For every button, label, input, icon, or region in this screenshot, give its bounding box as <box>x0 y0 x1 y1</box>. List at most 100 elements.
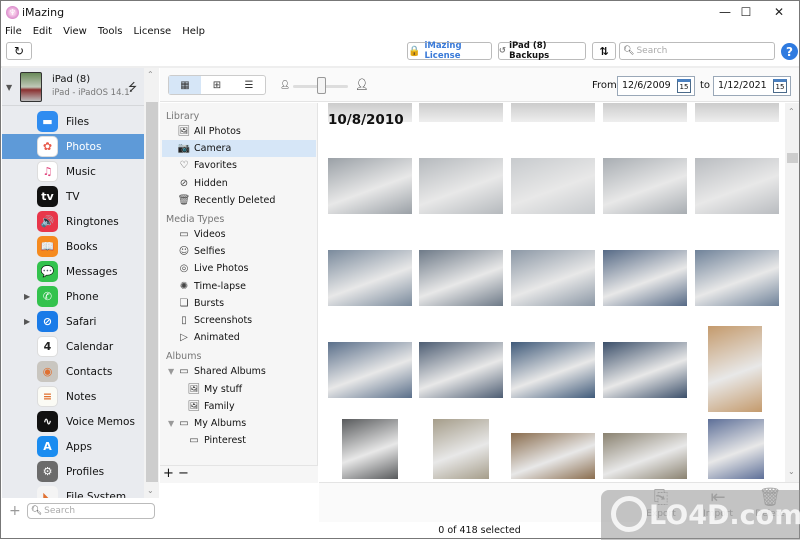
expand-triangle-icon[interactable]: ▼ <box>168 419 174 428</box>
library-item-family[interactable]: 🖼 Family <box>162 398 316 415</box>
library-item-screenshots[interactable]: ▯ Screenshots <box>162 312 316 329</box>
calendar-icon[interactable]: 15 <box>677 79 691 93</box>
photo-thumbnail[interactable] <box>695 103 779 122</box>
library-item-videos[interactable]: ▭ Videos <box>162 226 316 243</box>
photo-thumbnail[interactable] <box>603 433 687 479</box>
menu-tools[interactable]: Tools <box>98 26 123 37</box>
library-item-animated[interactable]: ▷ Animated <box>162 329 316 346</box>
sidebar-item-calendar[interactable]: 4 Calendar <box>2 334 144 359</box>
photo-thumbnail[interactable] <box>328 250 412 306</box>
photo-thumbnail[interactable] <box>708 326 762 412</box>
photo-thumbnail[interactable] <box>419 250 503 306</box>
top-search-input[interactable]: 🔍︎ Search <box>619 42 775 60</box>
expand-triangle-icon[interactable]: ▶ <box>24 317 30 326</box>
device-os: iPad - iPadOS 14.1 <box>52 88 130 98</box>
library-item-camera[interactable]: 📷 Camera <box>162 140 316 158</box>
search-icon: 🔍︎ <box>623 46 635 56</box>
remove-album-icon[interactable]: − <box>178 466 189 481</box>
photo-thumbnail[interactable] <box>328 342 412 398</box>
expand-triangle-icon[interactable]: ▼ <box>168 367 174 376</box>
calendar-icon[interactable]: 15 <box>773 79 787 93</box>
photo-thumbnail[interactable] <box>603 342 687 398</box>
library-item-live-photos[interactable]: ◎ Live Photos <box>162 260 316 277</box>
all-photos-icon: 🖼 <box>177 126 191 137</box>
scrollbar-thumb[interactable] <box>146 102 158 482</box>
large-grid-view-button[interactable]: ⊞ <box>201 76 233 94</box>
photo-thumbnail[interactable] <box>511 433 595 479</box>
scroll-down-icon[interactable]: ⌄ <box>788 467 795 476</box>
photo-thumbnail[interactable] <box>511 158 595 214</box>
add-device-icon[interactable]: + <box>9 503 21 519</box>
sidebar-item-phone[interactable]: ▶ ✆ Phone <box>2 284 144 309</box>
sidebar-item-tv[interactable]: tv TV <box>2 184 144 209</box>
library-item-favorites[interactable]: ♡ Favorites <box>162 157 316 174</box>
menu-file[interactable]: File <box>5 26 22 37</box>
transfer-button[interactable]: ⇅ <box>592 42 616 60</box>
sidebar-item-photos[interactable]: ✿ Photos <box>2 134 144 159</box>
menu-view[interactable]: View <box>63 26 87 37</box>
photo-thumbnail[interactable] <box>419 342 503 398</box>
photo-thumbnail[interactable] <box>708 419 764 479</box>
photo-grid-scrollbar[interactable]: ⌃ ⌄ <box>785 103 799 482</box>
refresh-button[interactable]: ↻ <box>6 42 32 60</box>
photo-thumbnail[interactable] <box>603 158 687 214</box>
library-item-hidden[interactable]: ⊘ Hidden <box>162 175 316 192</box>
library-item-my-stuff[interactable]: 🖼 My stuff <box>162 381 316 398</box>
help-button[interactable]: ? <box>781 43 798 60</box>
library-item-shared-albums[interactable]: ▼ ▭ Shared Albums <box>162 363 316 380</box>
sidebar-item-messages[interactable]: 💬 Messages <box>2 259 144 284</box>
library-item-recently-deleted[interactable]: 🗑 Recently Deleted <box>162 192 316 209</box>
device-header[interactable]: ▼ iPad (8) iPad - iPadOS 14.1 ⭍ <box>2 68 144 106</box>
list-view-button[interactable]: ☰ <box>233 76 265 94</box>
expand-triangle-icon[interactable]: ▶ <box>24 292 30 301</box>
scroll-up-icon[interactable]: ⌃ <box>788 107 795 116</box>
sidebar-search-input[interactable]: 🔍︎ Search <box>26 502 155 519</box>
scroll-down-icon[interactable]: ⌄ <box>147 486 154 495</box>
library-item-pinterest[interactable]: ▭ Pinterest <box>162 432 316 449</box>
collapse-triangle-icon[interactable]: ▼ <box>6 83 12 92</box>
sidebar-item-notes[interactable]: ≡ Notes <box>2 384 144 409</box>
library-item-bursts[interactable]: ❏ Bursts <box>162 295 316 312</box>
photo-thumbnail[interactable] <box>433 419 489 479</box>
close-button[interactable]: ✕ <box>759 1 799 23</box>
photo-thumbnail[interactable] <box>342 419 398 479</box>
sidebar-item-files[interactable]: ▬ Files <box>2 109 144 134</box>
backups-button[interactable]: ↺ iPad (8) Backups <box>498 41 586 61</box>
photo-thumbnail[interactable] <box>419 158 503 214</box>
photo-thumbnail[interactable] <box>603 250 687 306</box>
sidebar-item-ringtones[interactable]: 🔊 Ringtones <box>2 209 144 234</box>
photo-thumbnail[interactable] <box>511 250 595 306</box>
library-item-label: Screenshots <box>194 315 253 326</box>
add-album-icon[interactable]: + <box>163 466 174 481</box>
library-item-selfies[interactable]: ☺ Selfies <box>162 243 316 260</box>
sidebar-item-contacts[interactable]: ◉ Contacts <box>2 359 144 384</box>
menu-help[interactable]: Help <box>182 26 205 37</box>
sidebar-scrollbar[interactable]: ⌃ ⌄ <box>144 68 159 498</box>
sidebar-item-profiles[interactable]: ⚙ Profiles <box>2 459 144 484</box>
small-grid-view-button[interactable]: ▦ <box>169 76 201 94</box>
library-item-all-photos[interactable]: 🖼 All Photos <box>162 123 316 140</box>
photo-thumbnail[interactable] <box>511 342 595 398</box>
sidebar-item-books[interactable]: 📖 Books <box>2 234 144 259</box>
from-date-input[interactable]: 12/6/2009 15 <box>617 76 695 96</box>
library-item-label: Recently Deleted <box>194 194 276 206</box>
slider-thumb[interactable] <box>316 77 326 94</box>
photo-thumbnail[interactable] <box>695 158 779 214</box>
imazing-license-button[interactable]: 🔒 iMazing License <box>407 41 492 61</box>
menu-edit[interactable]: Edit <box>33 26 52 37</box>
library-item-my-albums[interactable]: ▼ ▭ My Albums <box>162 415 316 432</box>
photo-thumbnail[interactable] <box>603 103 687 122</box>
library-item-time-lapse[interactable]: ✺ Time-lapse <box>162 278 316 295</box>
menu-license[interactable]: License <box>133 26 171 37</box>
to-date-input[interactable]: 1/12/2021 15 <box>713 76 791 96</box>
photo-thumbnail[interactable] <box>419 103 503 122</box>
sidebar-item-music[interactable]: ♫ Music <box>2 159 144 184</box>
sidebar-item-voice-memos[interactable]: ∿ Voice Memos <box>2 409 144 434</box>
photo-thumbnail[interactable] <box>328 158 412 214</box>
sidebar-item-safari[interactable]: ▶ ⊘ Safari <box>2 309 144 334</box>
scroll-up-icon[interactable]: ⌃ <box>147 70 154 79</box>
sidebar-item-apps[interactable]: A Apps <box>2 434 144 459</box>
photo-thumbnail[interactable] <box>511 103 595 122</box>
scrollbar-thumb[interactable] <box>787 153 798 163</box>
photo-thumbnail[interactable] <box>695 250 779 306</box>
